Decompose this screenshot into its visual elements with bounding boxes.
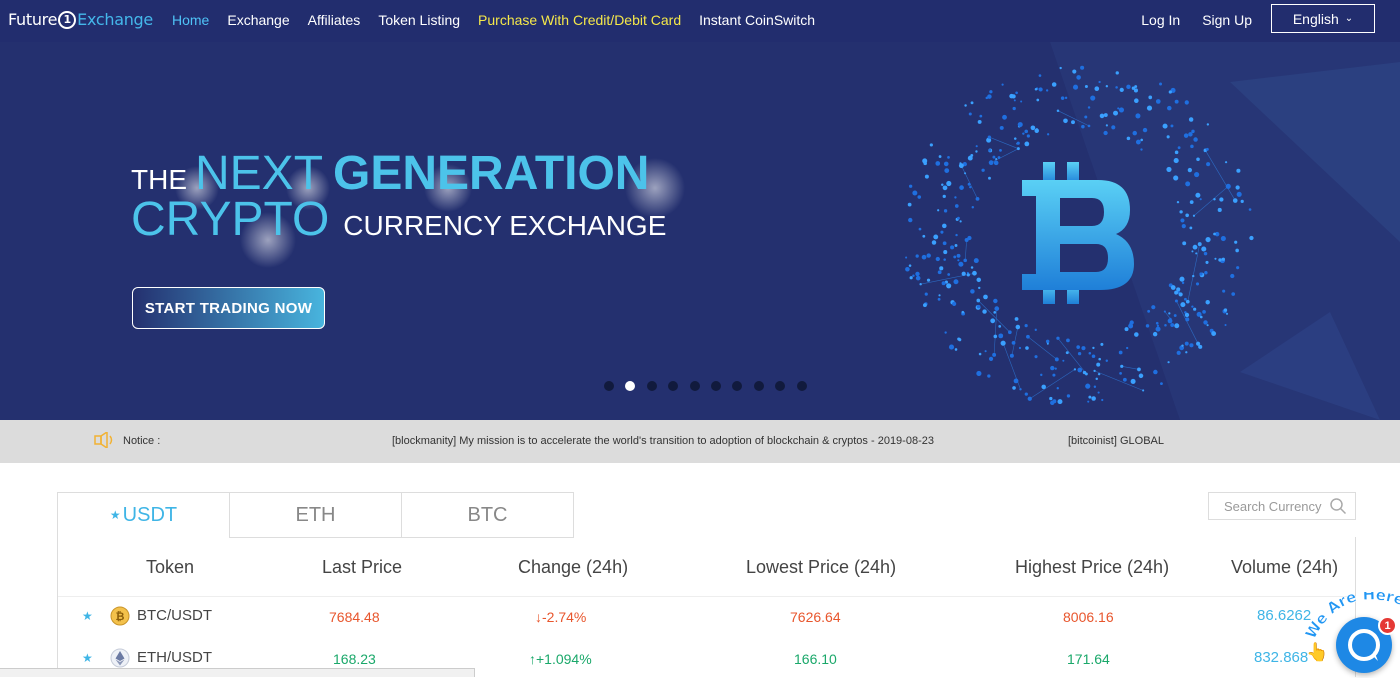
signup-link[interactable]: Sign Up [1202, 12, 1252, 28]
carousel-dot[interactable] [668, 381, 679, 391]
market-tabs: ★ USDT ETH BTC [57, 492, 574, 538]
carousel-dot[interactable] [796, 381, 807, 391]
logo-text-exchange: Exchange [77, 10, 153, 29]
star-icon: ★ [109, 508, 121, 522]
tab-label: USDT [122, 503, 178, 526]
nav-affiliates[interactable]: Affiliates [308, 12, 361, 28]
nav-links: Home Exchange Affiliates Token Listing P… [172, 12, 833, 28]
pair-name[interactable]: BTC/USDT [137, 607, 212, 624]
header-divider [58, 596, 1355, 597]
nav-instant-coinswitch[interactable]: Instant CoinSwitch [699, 12, 815, 28]
language-label: English [1292, 10, 1339, 27]
pointing-hand-icon: 👆 [1306, 641, 1328, 662]
arrow-up-icon: ↑ [529, 651, 536, 667]
chevron-down-icon: ⌄ [1344, 13, 1354, 24]
notice-bar: Notice : [blockmanity] My mission is to … [0, 420, 1400, 463]
btc-coin-icon: ₿ [110, 606, 130, 626]
eth-coin-icon [110, 648, 130, 668]
favorite-star-icon[interactable]: ★ [82, 651, 93, 665]
arrow-down-icon: ↓ [535, 609, 542, 625]
change-value: -2.74% [542, 609, 587, 625]
nav-purchase-card[interactable]: Purchase With Credit/Debit Card [478, 12, 681, 28]
tab-label: ETH [295, 503, 336, 526]
tab-usdt[interactable]: ★ USDT [57, 492, 230, 538]
carousel-dot[interactable] [689, 381, 700, 391]
login-link[interactable]: Log In [1141, 12, 1180, 28]
nav-home[interactable]: Home [172, 12, 209, 28]
notice-label: Notice : [123, 435, 161, 447]
carousel-dot[interactable] [604, 381, 614, 391]
column-header-lowest-price[interactable]: Lowest Price (24h) [746, 557, 896, 578]
top-nav: Future 1 Exchange Home Exchange Affiliat… [0, 0, 1400, 42]
headline-crypto: CRYPTO [131, 193, 330, 246]
auth-links: Log In Sign Up [1119, 12, 1252, 28]
lowest-price: 166.10 [794, 651, 837, 667]
column-header-token[interactable]: Token [146, 557, 194, 578]
notice-item[interactable]: [bitcoinist] GLOBAL [1068, 435, 1164, 447]
nav-token-listing[interactable]: Token Listing [378, 12, 460, 28]
carousel-dot[interactable] [625, 381, 636, 391]
search-icon[interactable] [1329, 497, 1347, 515]
carousel-dot[interactable] [753, 381, 764, 391]
nav-exchange[interactable]: Exchange [227, 12, 289, 28]
chat-unread-badge: 1 [1378, 616, 1397, 635]
carousel-dot[interactable] [710, 381, 721, 391]
logo-text-future: Future [8, 10, 58, 29]
headline-currency-exchange: CURRENCY EXCHANGE [343, 210, 667, 241]
logo[interactable]: Future 1 Exchange [8, 10, 153, 29]
tab-label: BTC [467, 503, 508, 526]
notice-item[interactable]: [blockmanity] My mission is to accelerat… [392, 435, 934, 447]
lowest-price: 7626.64 [790, 609, 841, 625]
tab-btc[interactable]: BTC [401, 492, 574, 538]
speaker-icon [94, 432, 113, 448]
tab-eth[interactable]: ETH [229, 492, 402, 538]
start-trading-button[interactable]: START TRADING NOW [132, 287, 325, 329]
carousel-dots [604, 381, 818, 391]
change-value: +1.094% [536, 651, 592, 667]
hero-headline-line2: CRYPTO CURRENCY EXCHANGE [131, 192, 666, 247]
search-box [1208, 492, 1356, 520]
column-header-highest-price[interactable]: Highest Price (24h) [1015, 557, 1169, 578]
pair-name[interactable]: ETH/USDT [137, 649, 212, 666]
language-select[interactable]: English ⌄ [1271, 4, 1375, 33]
column-header-last-price[interactable]: Last Price [322, 557, 402, 578]
svg-text:₿: ₿ [116, 610, 125, 623]
last-price: 168.23 [333, 651, 376, 667]
highest-price: 171.64 [1067, 651, 1110, 667]
search-input[interactable] [1224, 498, 1329, 514]
highest-price: 8006.16 [1063, 609, 1114, 625]
headline-the: THE [131, 164, 187, 195]
change-cell: ↓-2.74% [535, 609, 586, 625]
carousel-dot[interactable] [775, 381, 786, 391]
change-cell: ↑+1.094% [529, 651, 592, 667]
favorite-star-icon[interactable]: ★ [82, 609, 93, 623]
column-header-volume[interactable]: Volume (24h) [1231, 557, 1338, 578]
logo-one-icon: 1 [58, 10, 77, 29]
column-header-change[interactable]: Change (24h) [518, 557, 628, 578]
browser-status-bar [0, 668, 475, 677]
carousel-dot[interactable] [646, 381, 657, 391]
last-price: 7684.48 [329, 609, 380, 625]
carousel-dot[interactable] [732, 381, 743, 391]
hero-banner: THE NEXT GENERATION CRYPTO CURRENCY EXCHANG… [0, 42, 1400, 420]
